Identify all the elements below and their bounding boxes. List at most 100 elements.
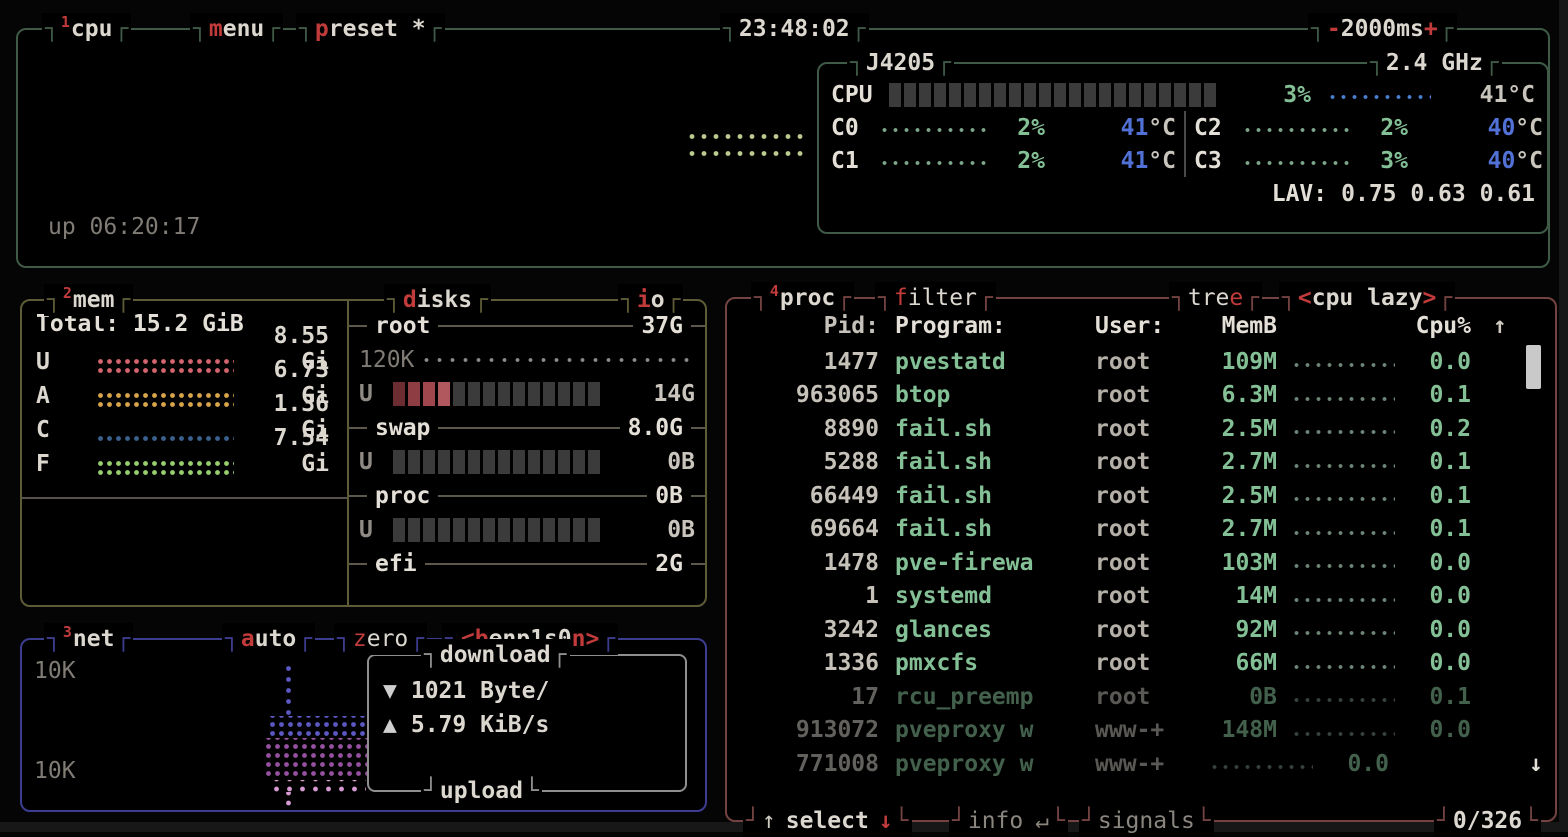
used-key: U — [359, 517, 393, 543]
process-cpu-graph — [1291, 656, 1395, 671]
disk-size: 2G — [647, 551, 691, 577]
disk-root-used-row: U 14G — [349, 377, 705, 411]
core-temp-unit: °C — [1515, 115, 1543, 141]
menu-button[interactable]: menu — [190, 13, 283, 45]
core-temp-unit: °C — [1148, 115, 1176, 141]
disk-used-meter — [393, 450, 603, 474]
process-pid: 3242 — [739, 617, 879, 643]
box-number-badge: 4 — [770, 282, 779, 300]
header-program[interactable]: Program: — [895, 313, 1095, 339]
process-mem: 2.5M — [1195, 483, 1277, 509]
process-cpu-graph — [1291, 388, 1395, 403]
disks-list: root37G 120K U 14G swap8.0G U 0B proc0B — [349, 301, 705, 605]
process-cpu: 0.1 — [1399, 684, 1471, 710]
core-row-1-3: C1 2% 41°C C3 3% 40°C — [819, 144, 1547, 177]
process-name: fail.sh — [895, 416, 1095, 442]
process-pid: 1336 — [739, 650, 879, 676]
process-row[interactable]: 1478pve-firewaroot103M0.0 — [727, 546, 1555, 580]
disks-toggle[interactable]: disks — [384, 284, 491, 316]
cpu-total-temp: 41°C — [1431, 82, 1535, 108]
next-interface-button[interactable]: n> — [572, 626, 600, 652]
disk-used-meter — [393, 382, 603, 406]
io-mode-toggle[interactable]: io — [618, 284, 683, 316]
net-auto-toggle[interactable]: auto — [222, 623, 315, 655]
header-cpu[interactable]: Cpu% — [1399, 313, 1471, 339]
core-usage-graph — [1242, 155, 1350, 167]
cpu-history-graph — [686, 126, 808, 162]
process-name: pveproxy w — [895, 751, 1095, 777]
load-average-label: LAV: — [1272, 181, 1327, 207]
cpu-panel-title[interactable]: 1cpu — [42, 13, 131, 45]
rate-increase-button[interactable]: + — [1424, 16, 1438, 42]
process-scrollbar-thumb[interactable] — [1526, 345, 1541, 389]
core-temp-unit: °C — [1148, 148, 1176, 174]
process-pid: 66449 — [739, 483, 879, 509]
preset-button[interactable]: preset * — [296, 13, 445, 45]
process-user: root — [1095, 449, 1195, 475]
core-temp-value: 40 — [1488, 115, 1516, 141]
process-row[interactable]: 66449fail.shroot2.5M0.1 — [727, 479, 1555, 513]
cpu-model-label: J4205 — [847, 47, 954, 79]
net-zero-toggle[interactable]: zero — [334, 623, 427, 655]
network-panel-title[interactable]: 3net — [44, 623, 133, 655]
process-mem: 148M — [1195, 717, 1277, 743]
process-cpu-graph — [1291, 354, 1395, 369]
box-number-badge: 3 — [63, 623, 72, 641]
box-number-badge: 1 — [61, 13, 70, 31]
sort-next-button[interactable]: > — [1423, 285, 1437, 311]
process-row[interactable]: 913072pveproxy wwww-+148M0.0 — [727, 714, 1555, 748]
process-row[interactable]: 771008pveproxy wwww-+0.0 — [727, 747, 1555, 781]
process-name: systemd — [895, 583, 1095, 609]
mem-free-key: F — [36, 451, 96, 477]
header-user[interactable]: User: — [1095, 313, 1195, 339]
selection-counter: 0/326 — [1434, 805, 1541, 837]
process-row[interactable]: 17rcu_preemproot0B0.1 — [727, 680, 1555, 714]
process-row[interactable]: 8890fail.shroot2.5M0.2 — [727, 412, 1555, 446]
tree-toggle[interactable]: tree — [1169, 282, 1262, 314]
process-row[interactable]: 5288fail.shroot2.7M0.1 — [727, 446, 1555, 480]
process-user: root — [1095, 583, 1195, 609]
memory-panel-title[interactable]: 2mem — [44, 284, 133, 316]
filter-button[interactable]: filter — [875, 282, 996, 314]
process-cpu: 0.0 — [1317, 751, 1389, 777]
process-pid: 1 — [739, 583, 879, 609]
header-memb[interactable]: MemB — [1195, 313, 1277, 339]
process-name: pmxcfs — [895, 650, 1095, 676]
process-name: btop — [895, 382, 1095, 408]
signals-button[interactable]: signals — [1079, 805, 1214, 837]
select-up-icon[interactable]: ↑ — [762, 808, 776, 834]
process-table-header: Pid: Program: User: MemB Cpu% ↑ — [727, 309, 1555, 343]
process-row[interactable]: 69664fail.shroot2.7M0.1 — [727, 513, 1555, 547]
core-percent: 2% — [1350, 115, 1408, 141]
process-cpu: 0.0 — [1399, 583, 1471, 609]
process-row[interactable]: 1336pmxcfsroot66M0.0 — [727, 647, 1555, 681]
process-row[interactable]: 3242glancesroot92M0.0 — [727, 613, 1555, 647]
process-row[interactable]: 1systemdroot14M0.0 — [727, 580, 1555, 614]
process-panel-title[interactable]: 4proc — [751, 282, 854, 314]
box-number-badge: 2 — [63, 284, 72, 302]
mem-divider — [22, 497, 347, 499]
sort-selector[interactable]: <cpu lazy> — [1279, 282, 1455, 314]
sort-prev-button[interactable]: < — [1298, 285, 1312, 311]
disk-used-value: 0B — [603, 449, 695, 475]
disk-efi-header: efi2G — [349, 547, 705, 581]
select-control[interactable]: ↑select↓ — [743, 805, 912, 837]
download-arrow-icon: ▼ — [383, 678, 397, 704]
info-button[interactable]: info↵ — [949, 805, 1068, 837]
disk-name: proc — [367, 483, 438, 509]
header-pid[interactable]: Pid: — [739, 313, 879, 339]
process-mem: 109M — [1195, 349, 1277, 375]
process-pid: 1478 — [739, 550, 879, 576]
disk-name: swap — [367, 415, 438, 441]
process-pid: 5288 — [739, 449, 879, 475]
rate-decrease-button[interactable]: - — [1327, 16, 1341, 42]
process-mem: 92M — [1195, 617, 1277, 643]
disk-proc-used-row: U 0B — [349, 513, 705, 547]
cpu-total-label: CPU — [831, 82, 889, 108]
select-down-icon[interactable]: ↓ — [879, 808, 893, 834]
process-row[interactable]: 1477pvestatdroot109M0.0 — [727, 345, 1555, 379]
core-label: C0 — [831, 115, 879, 141]
process-row[interactable]: 963065btoproot6.3M0.1 — [727, 379, 1555, 413]
core-row-0-2: C0 2% 41°C C2 2% 40°C — [819, 111, 1547, 144]
process-user: root — [1095, 650, 1195, 676]
